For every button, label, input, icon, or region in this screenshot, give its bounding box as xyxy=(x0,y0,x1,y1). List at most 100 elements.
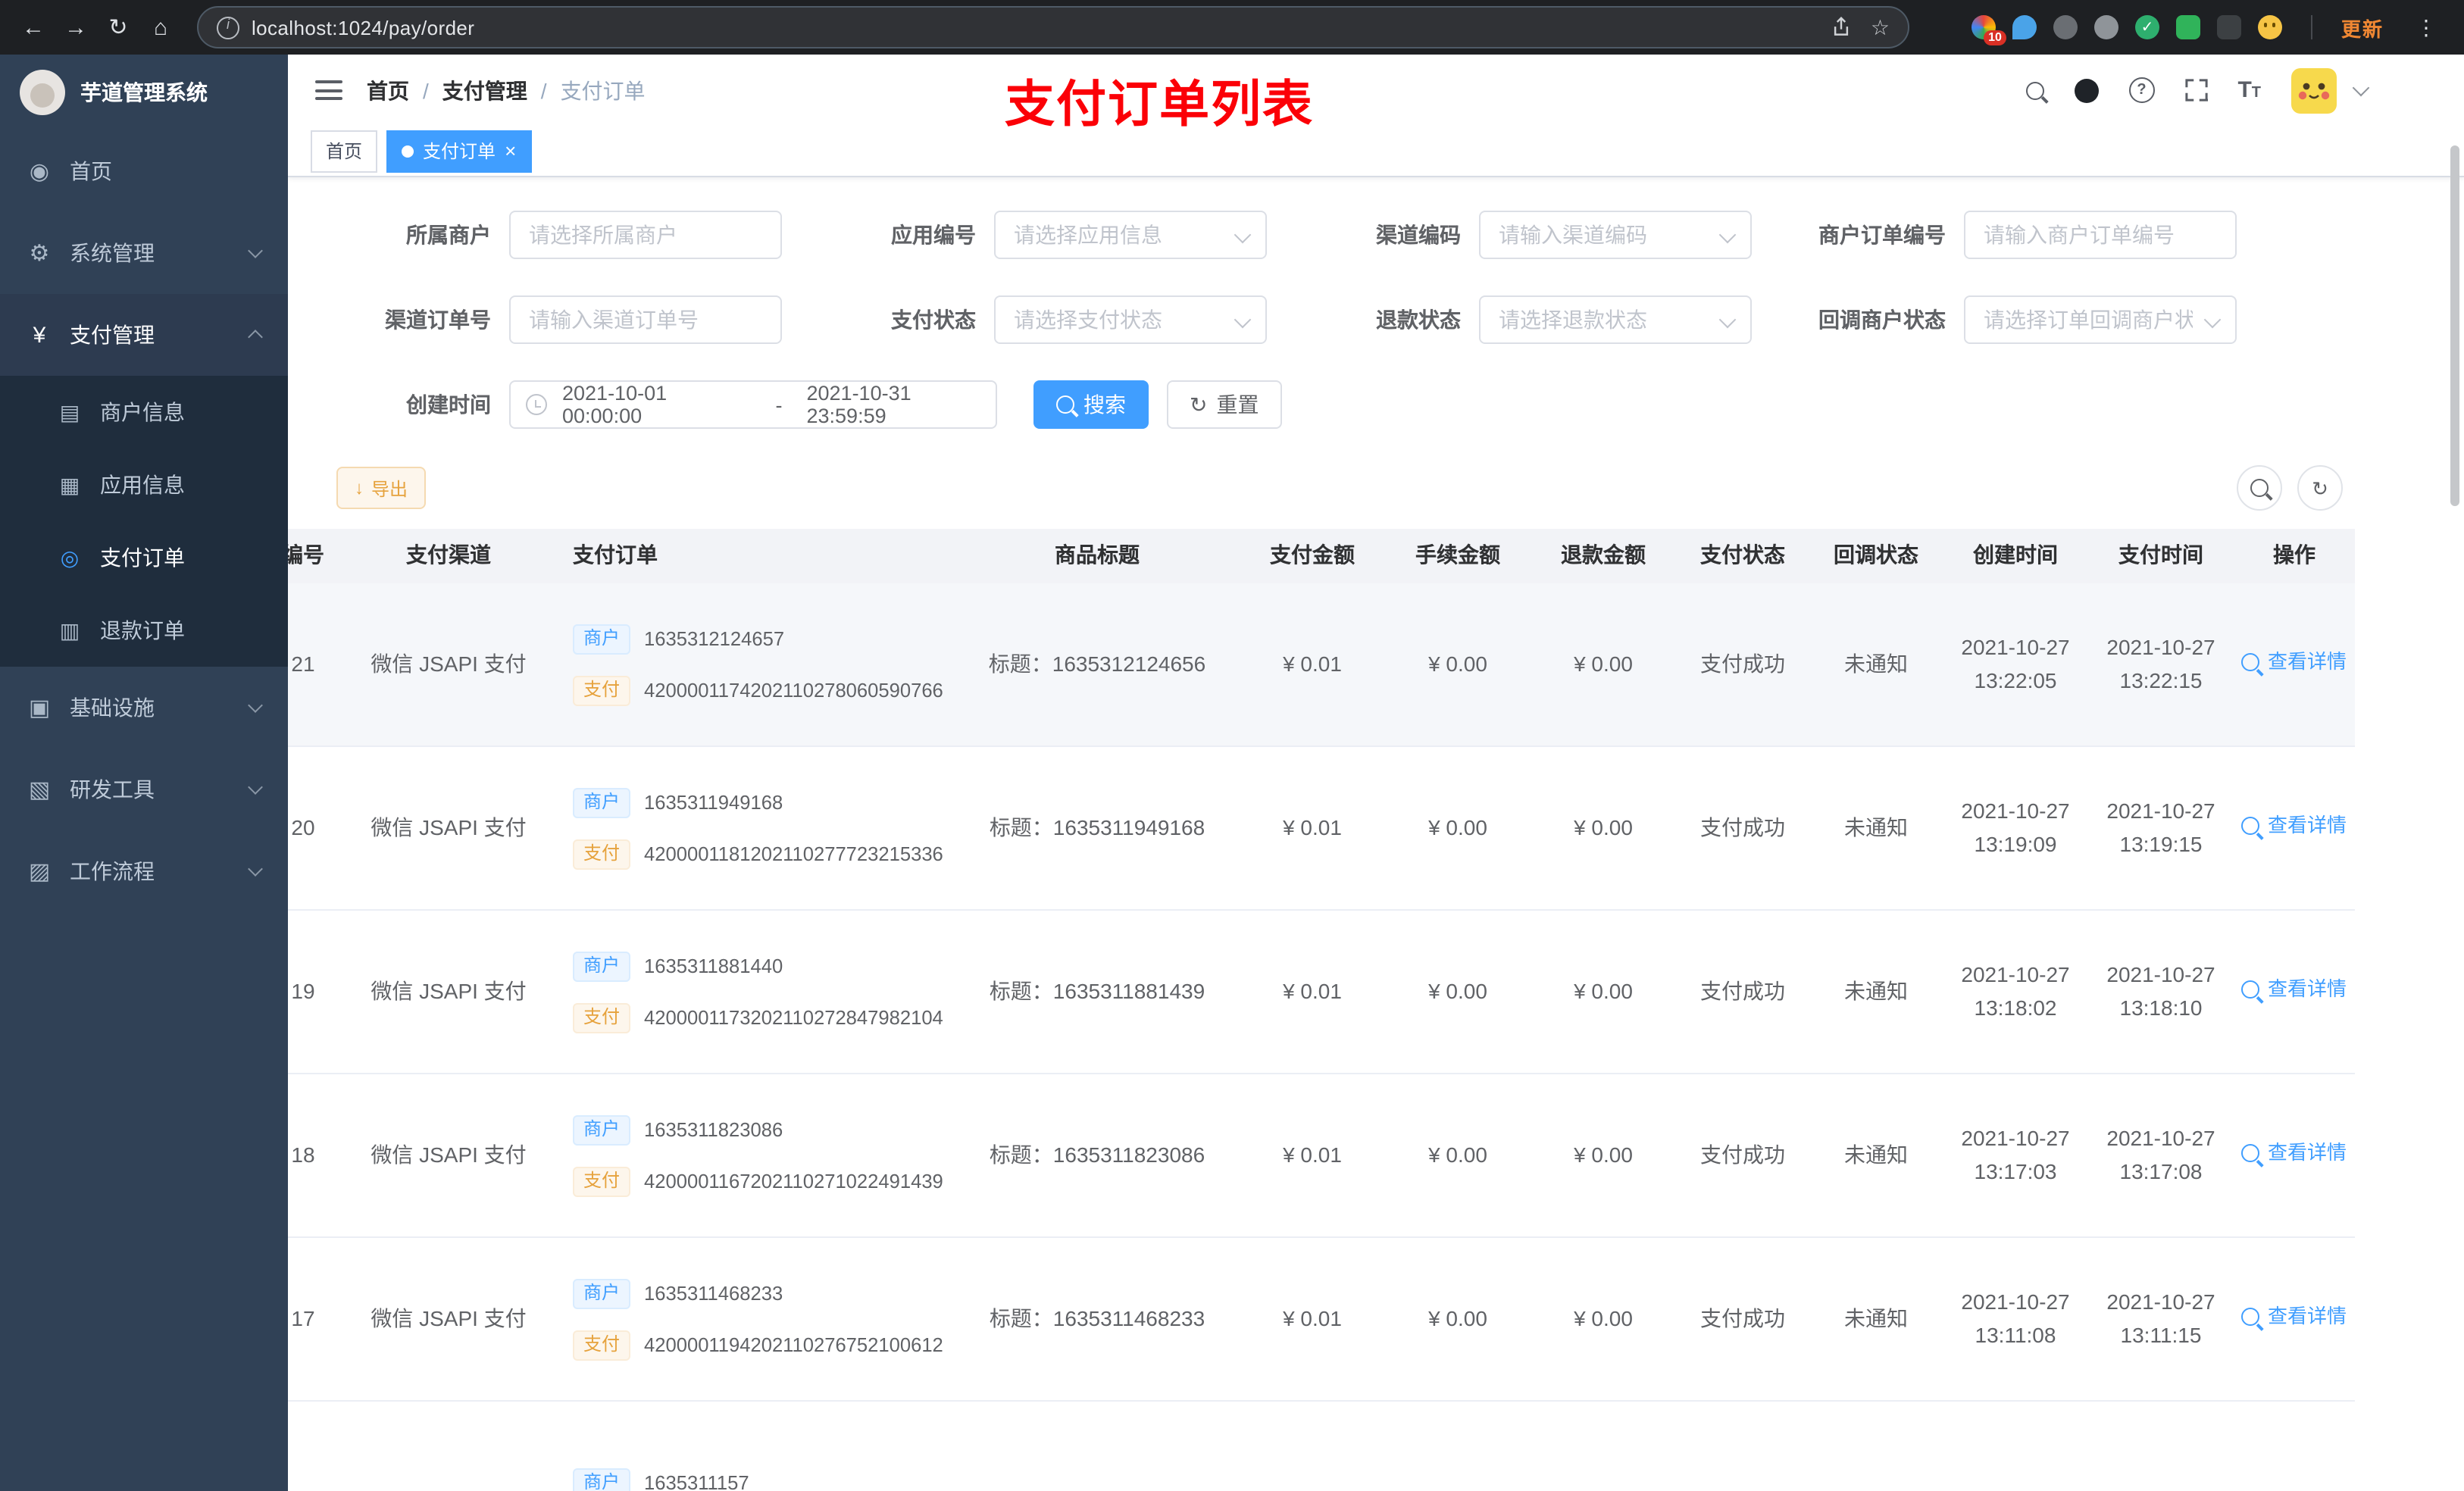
channel-order-no-input[interactable] xyxy=(511,297,780,342)
breadcrumb-home[interactable]: 首页 xyxy=(367,75,409,105)
date-range-input[interactable]: 2021-10-01 00:00:00 - 2021-10-31 23:59:5… xyxy=(509,380,997,429)
view-detail-link[interactable]: 查看详情 xyxy=(2241,647,2347,677)
breadcrumb-payment[interactable]: 支付管理 xyxy=(442,75,527,105)
table-header: 编号 支付渠道 支付订单 商品标题 支付金额 手续金额 退款金额 支付状态 回调… xyxy=(288,529,2355,583)
filter-label-pay-status: 支付状态 xyxy=(891,308,976,332)
cell-id: 21 xyxy=(291,651,315,676)
pay-order-no: 4200001174202110278060590766 xyxy=(644,678,943,702)
pay-order-no: 4200001194202110276752100612 xyxy=(644,1333,943,1356)
pay-order-no: 4200001167202110271022491439 xyxy=(644,1169,943,1192)
view-detail-link[interactable]: 查看详情 xyxy=(2241,974,2347,1005)
sidebar-item-workflow[interactable]: ▨ 工作流程 xyxy=(0,830,288,912)
view-detail-link[interactable]: 查看详情 xyxy=(2241,1138,2347,1168)
refresh-icon[interactable]: ↻ xyxy=(100,9,136,45)
hamburger-icon[interactable] xyxy=(315,80,342,100)
cell-channel: 微信 JSAPI 支付 xyxy=(371,1142,527,1167)
extension-face-icon[interactable] xyxy=(2257,15,2282,39)
extension-chat-icon[interactable] xyxy=(2175,15,2200,39)
font-size-icon[interactable] xyxy=(2237,77,2261,103)
reset-button[interactable]: ↻ 重置 xyxy=(1167,380,1282,429)
cell-pay-status: 支付成功 xyxy=(1700,651,1785,676)
sidebar-item-dev-tools[interactable]: ▧ 研发工具 xyxy=(0,749,288,830)
search-icon[interactable] xyxy=(2025,81,2044,99)
extension-puzzle-icon[interactable] xyxy=(2216,15,2241,39)
app-header: 首页 / 支付管理 / 支付订单 支付订单列表 xyxy=(288,55,2464,132)
help-icon[interactable] xyxy=(2128,77,2155,103)
merchant-tag: 商户 xyxy=(573,951,631,981)
url-text: localhost:1024/pay/order xyxy=(252,16,475,39)
chevron-down-icon xyxy=(248,698,263,713)
export-button[interactable]: ↓ 导出 xyxy=(336,467,427,509)
dropdown-caret-icon[interactable] xyxy=(2352,78,2370,96)
merchant-tag: 商户 xyxy=(573,787,631,817)
sidebar-logo[interactable]: 芋道管理系统 xyxy=(0,55,288,130)
avatar[interactable] xyxy=(2291,67,2337,113)
table-row: 21 微信 JSAPI 支付 商户 1635312124657 支付 42000… xyxy=(288,583,2355,747)
sidebar-item-home[interactable]: ◉ 首页 xyxy=(0,130,288,212)
pay-status-select[interactable] xyxy=(994,295,1267,344)
sidebar-item-infrastructure[interactable]: ▣ 基础设施 xyxy=(0,667,288,749)
bookmark-star-icon[interactable]: ☆ xyxy=(1871,14,1890,40)
pay-order-no: 4200001173202110272847982104 xyxy=(644,1005,943,1029)
cell-pay-order: 商户 1635311823086 支付 42000011672021102710… xyxy=(549,1114,955,1196)
tab-home[interactable]: 首页 xyxy=(311,130,378,172)
sidebar-item-system[interactable]: ⚙ 系统管理 xyxy=(0,212,288,294)
cell-title: 标题：1635311468233 xyxy=(989,1305,1205,1330)
site-info-icon[interactable] xyxy=(217,16,239,39)
toolbar-divider xyxy=(2310,15,2312,39)
cell-notify-status: 未通知 xyxy=(1844,651,1908,676)
notify-status-select[interactable] xyxy=(1964,295,2237,344)
cell-channel: 微信 JSAPI 支付 xyxy=(371,814,527,839)
tab-pay-order[interactable]: 支付订单 × xyxy=(386,130,532,172)
extension-check-icon[interactable] xyxy=(2134,15,2159,39)
cell-pay-order: 商户 1635311881440 支付 42000011732021102728… xyxy=(549,951,955,1033)
merchant-order-no: 1635311157 xyxy=(644,1471,749,1491)
forward-icon[interactable]: → xyxy=(58,9,94,45)
date-end: 2021-10-31 23:59:59 xyxy=(806,382,911,427)
view-detail-link[interactable]: 查看详情 xyxy=(2241,811,2347,841)
filter-label-channel-code: 渠道编码 xyxy=(1376,223,1461,247)
refresh-table-button[interactable]: ↻ xyxy=(2297,465,2343,511)
cell-channel: 微信 JSAPI 支付 xyxy=(371,651,527,676)
sidebar-item-pay-order[interactable]: ◎ 支付订单 xyxy=(0,521,288,594)
cell-notify-status: 未通知 xyxy=(1844,978,1908,1003)
extension-globe-icon[interactable] xyxy=(2053,15,2078,39)
sidebar-item-merchant-info[interactable]: ▤ 商户信息 xyxy=(0,376,288,449)
sidebar: 芋道管理系统 ◉ 首页 ⚙ 系统管理 ¥ 支付管理 ▤ 商户信息 ▦ 应用信息 … xyxy=(0,55,288,1491)
fullscreen-icon[interactable] xyxy=(2184,79,2208,102)
merchant-order-no: 1635311949168 xyxy=(644,790,783,814)
back-icon[interactable]: ← xyxy=(15,9,52,45)
gear-icon: ⚙ xyxy=(29,241,50,267)
cell-title: 标题：1635311881439 xyxy=(989,978,1205,1003)
breadcrumb: 首页 / 支付管理 / 支付订单 xyxy=(367,75,646,105)
address-bar[interactable]: localhost:1024/pay/order ☆ xyxy=(197,6,1909,48)
header-actions xyxy=(2025,67,2464,113)
channel-code-select[interactable] xyxy=(1479,211,1752,259)
workflow-icon: ▨ xyxy=(28,859,51,885)
merchant-input[interactable] xyxy=(511,212,780,258)
extension-colorful-icon[interactable]: 10 xyxy=(1971,15,2006,45)
refund-status-select[interactable] xyxy=(1479,295,1752,344)
chevron-down-icon xyxy=(248,243,263,258)
pay-tag: 支付 xyxy=(573,1330,631,1360)
sidebar-item-refund-order[interactable]: ▥ 退款订单 xyxy=(0,594,288,667)
extension-drop-icon[interactable] xyxy=(2012,15,2037,39)
browser-menu-icon[interactable]: ⋮ xyxy=(2416,14,2437,40)
tab-close-icon[interactable]: × xyxy=(505,141,516,161)
toggle-search-button[interactable] xyxy=(2237,465,2282,511)
merchant-order-no-input[interactable] xyxy=(1965,212,2235,258)
yen-icon: ¥ xyxy=(33,322,46,348)
view-detail-link[interactable]: 查看详情 xyxy=(2241,1302,2347,1332)
search-button[interactable]: 搜索 xyxy=(1033,380,1149,429)
extensions-cluster: 10 更新 ⋮ xyxy=(1971,13,2446,45)
sidebar-item-app-info[interactable]: ▦ 应用信息 xyxy=(0,449,288,521)
home-icon[interactable]: ⌂ xyxy=(142,9,179,45)
extension-circle-icon[interactable] xyxy=(2093,15,2118,39)
update-button[interactable]: 更新 xyxy=(2341,13,2384,42)
app-select[interactable] xyxy=(994,211,1267,259)
sidebar-item-payment[interactable]: ¥ 支付管理 xyxy=(0,294,288,376)
share-icon[interactable] xyxy=(1831,17,1853,38)
scrollbar-thumb[interactable] xyxy=(2450,145,2459,506)
github-icon[interactable] xyxy=(2074,78,2099,102)
refund-order-icon: ▥ xyxy=(59,617,80,642)
